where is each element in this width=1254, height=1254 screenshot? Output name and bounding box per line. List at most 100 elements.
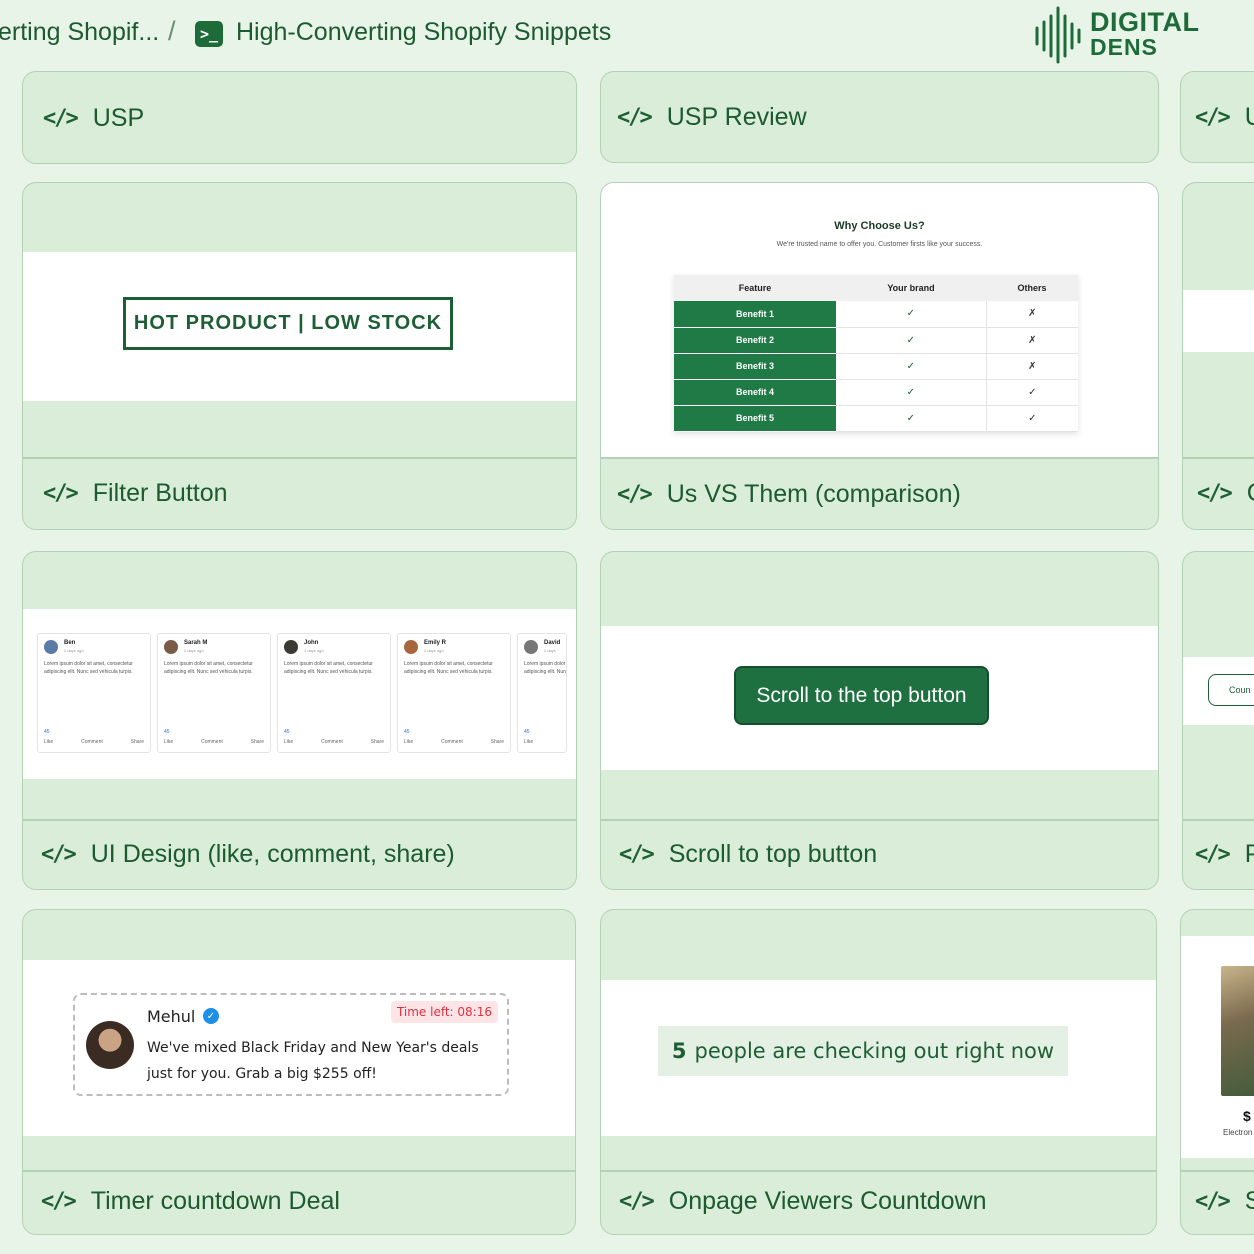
snippet-card-filter-button[interactable]: HOT PRODUCT | LOW STOCK </> Filter Butto… [22, 182, 577, 530]
logo-line-2: DENS [1090, 34, 1158, 60]
comment-button[interactable]: Comment [441, 738, 463, 746]
snippet-card-right-2[interactable]: </> C [1182, 182, 1254, 530]
others-mark-icon: ✗ [985, 327, 1078, 354]
comparison-heading: Why Choose Us? [834, 220, 925, 232]
post-author: David [544, 640, 561, 646]
card-title-text: C [1247, 479, 1254, 508]
divider [1181, 1170, 1254, 1172]
verified-icon: ✓ [203, 1008, 219, 1024]
like-button[interactable]: Like [524, 738, 533, 746]
snippet-card-right-4[interactable]: $ Electron </> S [1180, 909, 1254, 1235]
table-row: Benefit 3 ✓ ✗ [674, 353, 1078, 380]
snippet-card-timer[interactable]: Mehul ✓ Time left: 08:16 We've mixed Bla… [22, 909, 576, 1235]
preview-area: Mehul ✓ Time left: 08:16 We've mixed Bla… [23, 960, 575, 1136]
snippet-card-scroll-top[interactable]: Scroll to the top button </> Scroll to t… [600, 551, 1159, 890]
card-title: </> Scroll to top button [619, 840, 877, 869]
snippet-card-usp-review[interactable]: </> USP Review [600, 71, 1159, 163]
share-button[interactable]: Share [251, 738, 264, 746]
logo-line-1: DIGITAL [1090, 7, 1200, 37]
card-title: </> U [1195, 103, 1254, 132]
post-body: Lorem ipsum dolor sit amet, consectetur … [164, 661, 253, 675]
table-row: Benefit 4 ✓ ✓ [674, 379, 1078, 406]
snippet-card-right-3[interactable]: Coun </> P [1182, 551, 1254, 890]
comparison-table: Feature Your brand Others Benefit 1 ✓ ✗ Be… [674, 275, 1078, 432]
comment-button[interactable]: Comment [81, 738, 103, 746]
brand-check-icon: ✓ [836, 327, 987, 354]
share-button[interactable]: Share [371, 738, 384, 746]
comment-button[interactable]: Comment [321, 738, 343, 746]
post-actions: Like Comment Share [404, 738, 504, 746]
table-row: Benefit 1 ✓ ✗ [674, 301, 1078, 328]
breadcrumb-current[interactable]: High-Converting Shopify Snippets [236, 18, 611, 47]
column-header: Feature [674, 275, 836, 301]
product-image [1221, 966, 1254, 1096]
divider [601, 457, 1158, 459]
card-title-text: USP [92, 104, 145, 132]
card-title-text: S [1245, 1187, 1254, 1216]
post-actions: Like [524, 738, 560, 746]
post-actions: Like Comment Share [44, 738, 144, 746]
others-mark-icon: ✗ [985, 301, 1078, 328]
card-title-text: USP Review [666, 103, 807, 131]
like-button[interactable]: Like [164, 738, 173, 746]
comment-button[interactable]: Comment [201, 738, 223, 746]
avatar [524, 640, 538, 654]
feature-cell: Benefit 5 [674, 405, 836, 432]
post-time: 2 days ago [64, 648, 84, 653]
divider [601, 1170, 1156, 1172]
card-title: </> Us VS Them (comparison) [617, 480, 961, 509]
card-title-text: Us VS Them (comparison) [666, 480, 961, 508]
card-title-text: Filter Button [92, 479, 228, 507]
snippet-card-ui-design[interactable]: Ben 2 days ago Lorem ipsum dolor sit ame… [22, 551, 577, 890]
preview-area: Why Choose Us? We're trusted name to off… [601, 183, 1158, 457]
brand-check-icon: ✓ [836, 405, 987, 432]
code-icon: </> [43, 481, 79, 506]
preview-area [1183, 290, 1254, 352]
divider [23, 457, 576, 459]
feature-cell: Benefit 3 [674, 353, 836, 380]
preview-area: $ Electron [1181, 936, 1254, 1158]
post-time: 2 days ago [424, 648, 444, 653]
breadcrumb-previous[interactable]: erting Shopif... [0, 18, 159, 47]
brand-check-icon: ✓ [836, 379, 987, 406]
feature-cell: Benefit 1 [674, 301, 836, 328]
like-button[interactable]: Like [404, 738, 413, 746]
scroll-to-top-button[interactable]: Scroll to the top button [734, 666, 989, 725]
avatar [44, 640, 58, 654]
snippet-card-usp[interactable]: </> USP [22, 71, 577, 164]
card-title: </> USP Review [617, 103, 807, 132]
card-title: </> UI Design (like, comment, share) [41, 840, 455, 869]
card-title: </> USP [43, 104, 144, 133]
share-button[interactable]: Share [491, 738, 504, 746]
brand-check-icon: ✓ [836, 353, 987, 380]
card-title: </> Onpage Viewers Countdown [619, 1187, 987, 1216]
post-time: 2 days [544, 648, 556, 653]
code-icon: </> [43, 106, 79, 131]
product-category: Electron [1223, 1128, 1253, 1137]
card-title-text: Scroll to top button [668, 840, 878, 868]
post-time: 1 days ago [304, 648, 324, 653]
card-title-text: UI Design (like, comment, share) [90, 840, 455, 868]
share-button[interactable]: Share [131, 738, 144, 746]
like-button[interactable]: Like [284, 738, 293, 746]
others-mark-icon: ✓ [985, 379, 1078, 406]
social-post-card: Sarah M 2 days ago Lorem ipsum dolor sit… [157, 633, 271, 753]
avatar [404, 640, 418, 654]
card-title: </> P [1195, 840, 1254, 869]
snippet-card-right-1[interactable]: </> U [1180, 71, 1254, 163]
card-title-text: Onpage Viewers Countdown [668, 1187, 987, 1215]
avatar [86, 1021, 134, 1069]
code-icon: </> [41, 1189, 77, 1214]
table-row: Benefit 2 ✓ ✗ [674, 327, 1078, 354]
like-button[interactable]: Like [44, 738, 53, 746]
post-actions: Like Comment Share [284, 738, 384, 746]
logo-text: DIGITAL DENS [1090, 7, 1200, 60]
snippet-card-comparison[interactable]: Why Choose Us? We're trusted name to off… [600, 182, 1159, 530]
avatar [284, 640, 298, 654]
preview-area: Coun [1183, 657, 1254, 725]
viewer-count: 5 [671, 1039, 687, 1063]
avatar [164, 640, 178, 654]
post-time: 2 days ago [184, 648, 204, 653]
snippet-card-viewers[interactable]: 5 people are checking out right now </> … [600, 909, 1157, 1235]
like-count: 45 [524, 729, 530, 735]
